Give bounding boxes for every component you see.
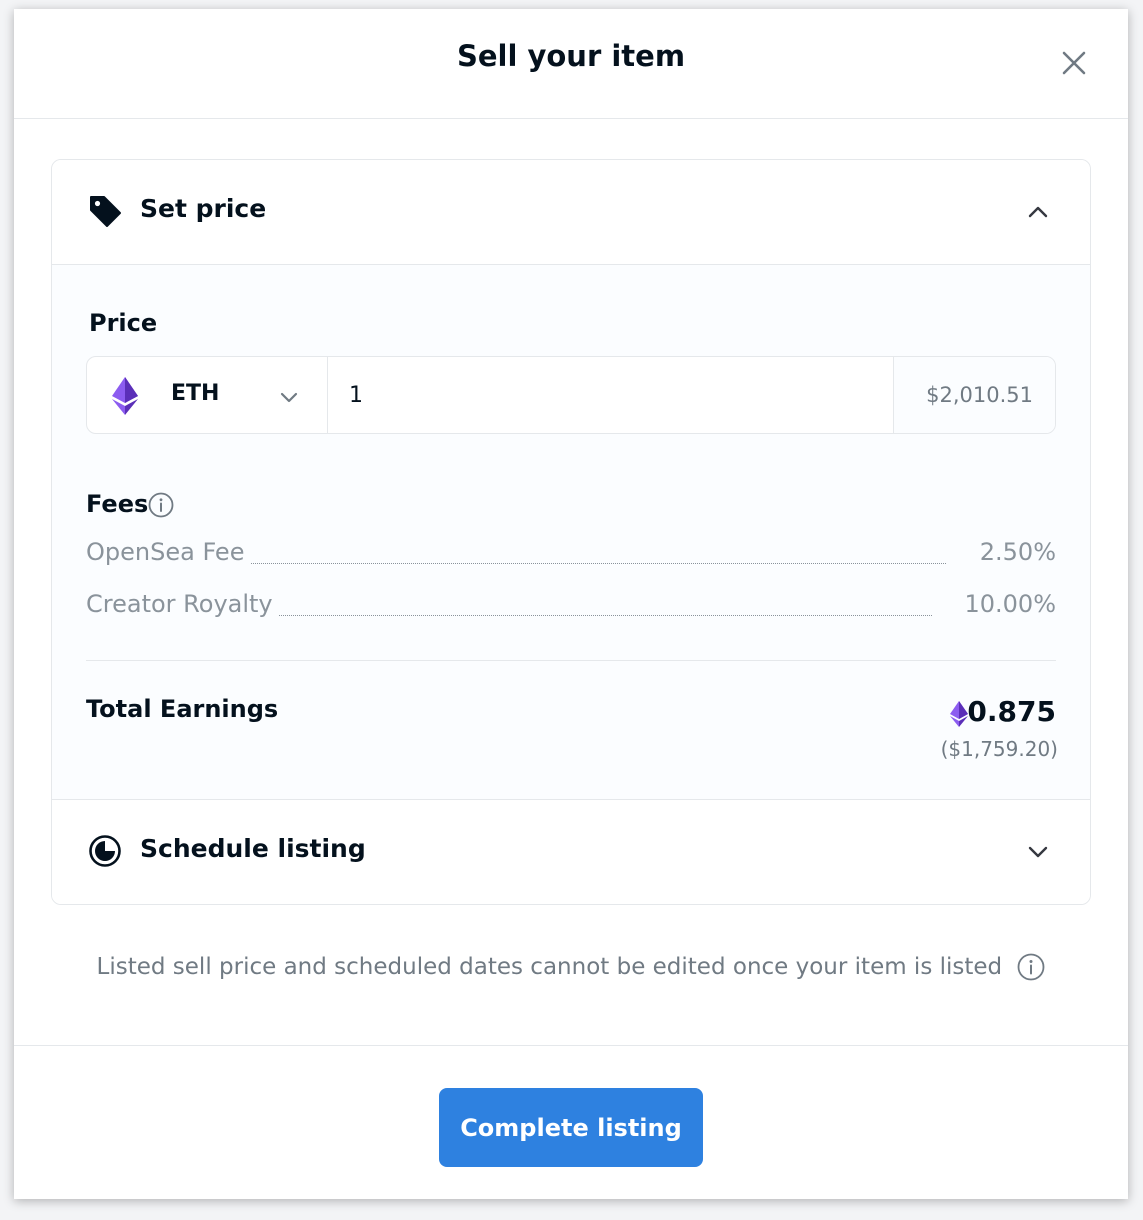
currency-label: ETH [171,381,220,406]
price-label: Price [89,309,158,337]
set-price-body: Price ETH $2,010.51 Fees [52,264,1090,800]
modal-title: Sell your item [456,39,686,73]
fee-value: 10.00% [964,590,1056,618]
currency-select[interactable]: ETH [87,357,328,433]
fee-row-opensea: OpenSea Fee 2.50% [86,538,1056,572]
fees-title: Fees [86,490,149,518]
set-price-label: Set price [140,194,267,223]
listing-notice: Listed sell price and scheduled dates ca… [14,953,1128,981]
clock-icon [89,835,121,867]
info-icon[interactable] [148,492,174,518]
info-icon[interactable] [1017,953,1045,981]
price-usd-value: $2,010.51 [893,357,1055,433]
price-input-group: ETH $2,010.51 [86,356,1056,434]
fee-leader-dots [270,615,932,616]
schedule-listing-header[interactable]: Schedule listing [52,800,1090,904]
eth-icon [112,377,138,415]
total-earnings-label: Total Earnings [86,695,279,723]
set-price-header[interactable]: Set price [52,160,1090,264]
price-amount-input[interactable] [328,357,894,433]
eth-icon [950,701,968,727]
modal-header: Sell your item [14,9,1128,119]
chevron-up-icon[interactable] [1026,200,1050,224]
notice-text: Listed sell price and scheduled dates ca… [96,954,1003,980]
complete-listing-button[interactable]: Complete listing [439,1088,703,1167]
fee-name: OpenSea Fee [86,538,251,566]
chevron-down-icon[interactable] [1026,840,1050,864]
modal-footer: Complete listing [14,1045,1128,1200]
fee-name: Creator Royalty [86,590,279,618]
close-icon[interactable] [1060,49,1088,77]
schedule-listing-label: Schedule listing [140,834,366,863]
fee-value: 2.50% [979,538,1056,566]
chevron-down-icon [280,392,298,403]
listing-card: Set price Price ETH 1 $2,010.51 Fees Ope… [51,159,1091,905]
fees-divider [86,660,1056,661]
fee-leader-dots [246,563,946,564]
fee-row-creator-royalty: Creator Royalty 10.00% [86,590,1056,624]
price-tag-icon [90,196,121,227]
total-earnings-amount: 0.875 [967,695,1056,728]
sell-item-modal: Sell your item Set price Price ETH 1 $2,… [14,9,1128,1199]
total-earnings-usd: ($1,759.20) [940,737,1058,761]
